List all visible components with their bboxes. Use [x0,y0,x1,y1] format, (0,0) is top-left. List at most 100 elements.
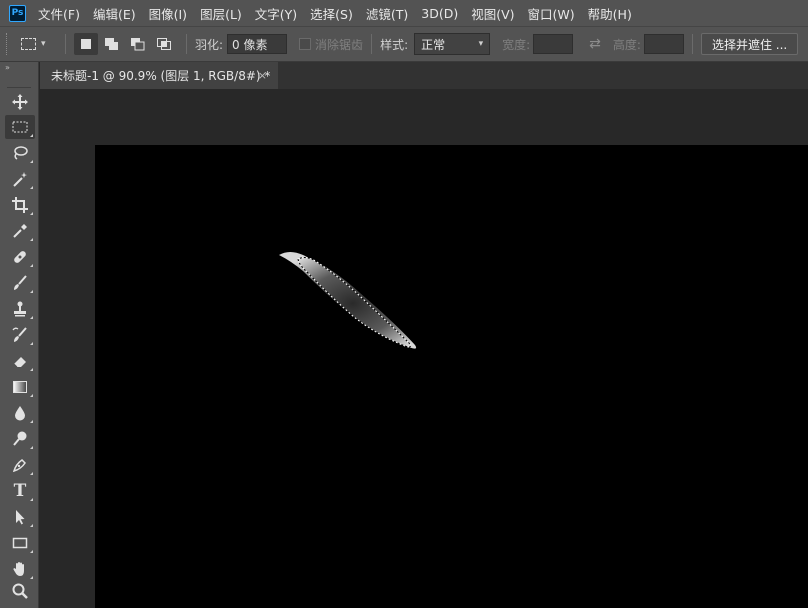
style-label: 样式: [380,37,409,52]
eyedropper-tool[interactable] [5,219,35,243]
add-selection-icon [105,38,118,50]
subtract-from-selection-button[interactable] [126,33,150,55]
antialias-label: 消除锯齿 [315,37,364,52]
tool-group-indicator [30,394,33,397]
options-bar: ▾ 羽化: 0 像素 消除锯齿 样式: 正常 ▾ 宽度: ⇄ 高度: 选择并遮住… [0,26,808,62]
history-brush-tool[interactable] [5,323,35,347]
gradient-icon [13,381,27,393]
zoom-tool[interactable] [5,579,35,603]
tool-group-indicator [30,550,33,553]
eyedropper-icon [13,224,27,238]
new-selection-icon [81,39,91,49]
tool-group-indicator [30,290,33,293]
chevron-down-icon: ▾ [478,39,484,49]
history-brush-icon [12,327,27,342]
magic-wand-icon [13,172,27,187]
width-input[interactable] [533,34,574,54]
add-to-selection-button[interactable] [100,33,124,55]
bandage-icon [14,251,26,263]
move-tool[interactable] [5,90,35,114]
document-tab[interactable]: 未标题-1 @ 90.9% (图层 1, RGB/8#) * × [40,62,278,89]
magic-wand-tool[interactable] [5,167,35,191]
subtract-selection-icon [131,38,145,51]
select-and-mask-button[interactable]: 选择并遮住 ... [700,33,799,55]
tool-preset-picker[interactable]: ▾ [21,38,57,50]
tools-panel: » T [0,62,39,608]
collapse-toolbar-icon[interactable]: » [0,62,38,74]
close-icon[interactable]: × [258,69,267,82]
blur-tool[interactable] [5,401,35,425]
tool-group-indicator [30,186,33,189]
antialias-checkbox[interactable] [299,38,312,50]
rectangular-marquee-tool[interactable] [5,115,35,139]
tool-group-indicator [30,498,33,501]
style-select-value: 正常 [421,37,446,52]
tool-group-indicator [30,316,33,319]
lasso-tool[interactable] [5,141,35,165]
tool-group-indicator [30,368,33,371]
menu-3d[interactable]: 3D(D) [421,6,458,21]
menu-edit[interactable]: 编辑(E) [93,4,136,23]
leaf-shape [279,251,417,349]
menu-layer[interactable]: 图层(L) [200,4,242,23]
menu-help[interactable]: 帮助(H) [588,4,632,23]
marquee-icon [12,121,28,133]
crop-tool[interactable] [5,193,35,217]
pen-icon [12,459,26,473]
intersect-selection-icon [157,38,171,50]
document-tab-title: 未标题-1 @ 90.9% (图层 1, RGB/8#) * [51,69,271,83]
options-bar-grip[interactable] [6,33,9,55]
swap-dimensions-icon[interactable]: ⇄ [589,36,601,52]
divider [65,34,66,54]
pen-tool[interactable] [5,453,35,477]
zoom-icon [12,583,28,599]
crop-icon [12,197,28,213]
hand-tool[interactable] [5,557,35,581]
menu-type[interactable]: 文字(Y) [255,4,297,23]
rectangle-tool[interactable] [5,531,35,555]
path-selection-tool[interactable] [5,505,35,529]
tool-group-indicator [30,134,33,137]
menu-view[interactable]: 视图(V) [471,4,514,23]
dodge-icon [13,431,27,446]
type-icon: T [13,481,27,501]
tool-group-indicator [30,238,33,241]
height-input[interactable] [643,34,684,54]
chevron-down-icon: ▾ [41,39,46,49]
drop-icon [15,406,25,421]
feather-label: 羽化: [195,37,224,52]
healing-brush-tool[interactable] [5,245,35,269]
menu-select[interactable]: 选择(S) [310,4,353,23]
dodge-tool[interactable] [5,427,35,451]
width-label: 宽度: [502,37,531,52]
gradient-tool[interactable] [5,375,35,399]
menu-filter[interactable]: 滤镜(T) [366,4,408,23]
brush-tool[interactable] [5,271,35,295]
tool-group-indicator [30,420,33,423]
divider [186,34,187,54]
menu-window[interactable]: 窗口(W) [528,4,575,23]
height-label: 高度: [612,37,641,52]
feather-input[interactable]: 0 像素 [227,34,288,54]
intersect-selection-button[interactable] [152,33,176,55]
lasso-icon [14,146,28,160]
menu-file[interactable]: 文件(F) [38,4,80,23]
style-select[interactable]: 正常 ▾ [414,33,491,55]
menu-image[interactable]: 图像(I) [149,4,187,23]
tool-group-indicator [30,472,33,475]
document-tab-bar: 未标题-1 @ 90.9% (图层 1, RGB/8#) * × [40,62,808,89]
toolbar-grip[interactable] [7,74,31,88]
photoshop-logo-icon[interactable]: Ps [9,4,26,22]
eraser-tool[interactable] [5,349,35,373]
type-tool[interactable]: T [5,479,35,503]
new-selection-button[interactable] [74,33,98,55]
tool-group-indicator [30,342,33,345]
marquee-preset-icon [21,38,36,50]
stamp-icon [14,301,26,317]
document-canvas[interactable] [95,145,808,608]
brush-icon [14,275,27,290]
eraser-icon [13,357,26,368]
canvas-artwork [279,251,417,349]
clone-stamp-tool[interactable] [5,297,35,321]
divider [691,34,693,54]
